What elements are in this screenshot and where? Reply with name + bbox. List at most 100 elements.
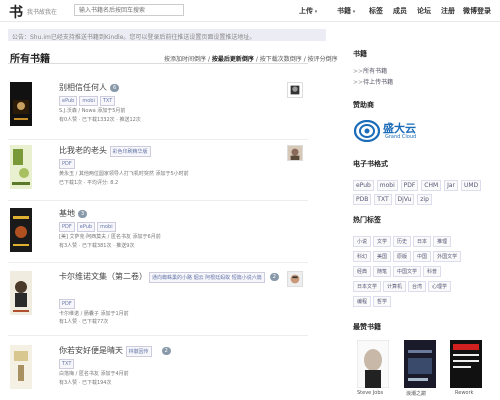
hot-tag[interactable]: 美国 bbox=[373, 251, 392, 262]
hot-tag[interactable]: 文学 bbox=[373, 236, 392, 247]
hot-tag[interactable]: 经典 bbox=[353, 266, 372, 277]
site-slogan: 我书故我在 bbox=[27, 9, 58, 16]
popular-book-title[interactable]: Steve Jobs bbox=[357, 390, 383, 396]
hot-tag[interactable]: 台湾 bbox=[408, 281, 427, 292]
sidebar-popular-heading: 最赞书籍 bbox=[353, 323, 381, 331]
format-list: ePub mobi PDF CHM Jar UMD PDB TXT DjVu z… bbox=[353, 180, 493, 208]
book-item: 基地 3 PDF ePub mobi [美] 艾萨克·阿西莫夫 / 匿名书友 添加于6… bbox=[8, 208, 308, 258]
nav-register[interactable]: 注册 bbox=[441, 6, 455, 16]
divider bbox=[8, 335, 308, 336]
format-link[interactable]: mobi bbox=[376, 180, 398, 191]
sidebar-link-all-books[interactable]: >>所有书籍 bbox=[353, 66, 387, 75]
search-input[interactable] bbox=[74, 4, 184, 16]
uploader-avatar[interactable] bbox=[287, 271, 303, 287]
hot-tag[interactable]: 哲学 bbox=[373, 296, 392, 307]
format-tag[interactable]: mobi bbox=[79, 96, 98, 106]
sort-by-added[interactable]: 按添加时间倒序 bbox=[164, 56, 206, 63]
popular-book-cover[interactable] bbox=[404, 340, 436, 388]
hot-tag[interactable]: 科幻 bbox=[353, 251, 372, 262]
book-item: 你若安好便是晴天 林徽因传 2 TXT 白落梅 / 匿名书友 添加于4月前 有3人… bbox=[8, 345, 308, 395]
book-item: 比我老的老头 彩色印刷精华版 PDF 黄永玉 / 其他两位圆家领导人打飞机时突然… bbox=[8, 145, 308, 195]
count-badge: 3 bbox=[78, 209, 88, 218]
sponsor-en-name: Grand Cloud bbox=[385, 134, 417, 140]
format-tag[interactable]: mobi bbox=[97, 222, 116, 232]
book-cover[interactable] bbox=[10, 208, 32, 252]
site-logo[interactable]: 书 bbox=[9, 2, 23, 22]
uploader-avatar[interactable] bbox=[287, 82, 303, 98]
nav-weibo-login[interactable]: 微博登录 bbox=[463, 6, 491, 16]
format-tag[interactable]: TXT bbox=[59, 359, 75, 369]
format-tag[interactable]: ePub bbox=[59, 96, 78, 106]
popular-book-cover[interactable] bbox=[450, 340, 482, 388]
format-link[interactable]: PDB bbox=[353, 194, 372, 205]
book-stats: 有1人赞 · 已下载77次 bbox=[59, 319, 109, 325]
nav-tags[interactable]: 标签 bbox=[369, 6, 383, 16]
sort-by-downloads[interactable]: 按下载次数倒序 bbox=[260, 56, 302, 63]
grand-cloud-icon bbox=[354, 120, 380, 142]
hot-tag[interactable]: 日本文学 bbox=[353, 281, 382, 292]
book-cover[interactable] bbox=[10, 345, 32, 389]
sort-by-updated[interactable]: 按最后更新倒序 bbox=[212, 56, 254, 63]
sidebar-sponsor-heading: 赞助商 bbox=[353, 101, 374, 109]
sidebar-link-pending-books[interactable]: >>待上传书籍 bbox=[353, 77, 393, 86]
nav-upload[interactable]: 上传 ▾ bbox=[299, 6, 317, 16]
hot-tag[interactable]: 科普 bbox=[423, 266, 442, 277]
nav-forum[interactable]: 论坛 bbox=[417, 6, 431, 16]
format-link[interactable]: DjVu bbox=[394, 194, 415, 205]
hot-tag[interactable]: 外国文学 bbox=[433, 251, 462, 262]
format-tag[interactable]: PDF bbox=[59, 299, 75, 309]
popular-book-title[interactable]: 浪潮之巅 bbox=[406, 390, 426, 397]
book-author-uploader: S.J.沃森 / Nowa 添加于5月前 bbox=[59, 108, 126, 114]
hot-tag[interactable]: 历史 bbox=[393, 236, 412, 247]
count-badge: 6 bbox=[110, 83, 120, 92]
hot-tag[interactable]: 日本 bbox=[413, 236, 432, 247]
hot-tag[interactable]: 中国 bbox=[413, 251, 432, 262]
book-title[interactable]: 基地 3 bbox=[59, 208, 88, 219]
book-title[interactable]: 比我老的老头 彩色印刷精华版 bbox=[59, 145, 153, 157]
format-link[interactable]: CHM bbox=[421, 180, 442, 191]
format-link[interactable]: UMD bbox=[460, 180, 482, 191]
book-author-uploader: [美] 艾萨克·阿西莫夫 / 匿名书友 添加于6月前 bbox=[59, 234, 161, 240]
book-author-uploader: 卡尔维诺 / 肠囊子 添加于1月前 bbox=[59, 311, 129, 317]
top-bar: 书 我书故我在 上传 ▾ 书籍 ▾ 标签 成员 论坛 注册 微博登录 bbox=[0, 0, 500, 22]
format-tag[interactable]: PDF bbox=[59, 159, 75, 169]
book-stats: 有3人赞 · 已下载381次 · 推送9次 bbox=[59, 243, 135, 249]
book-title[interactable]: 别相信任何人 6 bbox=[59, 82, 120, 93]
uploader-avatar[interactable] bbox=[287, 145, 303, 161]
format-tags: PDF ePub mobi bbox=[59, 222, 118, 232]
format-tag[interactable]: ePub bbox=[76, 222, 96, 232]
nav-books[interactable]: 书籍 ▾ bbox=[337, 6, 355, 16]
sort-by-rating[interactable]: 按评分倒序 bbox=[308, 56, 338, 63]
divider bbox=[8, 262, 308, 263]
hot-tag[interactable]: 中国文学 bbox=[393, 266, 422, 277]
book-cover[interactable] bbox=[10, 271, 32, 315]
hot-tag[interactable]: 计算机 bbox=[383, 281, 407, 292]
sponsor-logo[interactable]: 盛大云 Grand Cloud bbox=[354, 120, 424, 142]
format-link[interactable]: TXT bbox=[374, 194, 392, 205]
format-tags: PDF bbox=[59, 299, 77, 309]
format-link[interactable]: ePub bbox=[353, 180, 374, 191]
popular-book-title[interactable]: Rework bbox=[455, 390, 473, 396]
book-cover[interactable] bbox=[10, 82, 32, 126]
hot-tag[interactable]: 心理学 bbox=[428, 281, 452, 292]
hot-tag[interactable]: 小说 bbox=[353, 236, 372, 247]
format-tag[interactable]: TXT bbox=[99, 96, 116, 106]
chevron-down-icon: ▾ bbox=[313, 9, 318, 15]
popular-book-cover[interactable] bbox=[357, 340, 389, 388]
format-tag[interactable]: PDF bbox=[59, 222, 75, 232]
format-link[interactable]: Jar bbox=[444, 180, 459, 191]
book-title[interactable]: 卡尔维诺文集（第二卷） 通向蜘蛛巢的小路 烟云 阿根廷蚂蚁 短篇小说六篇 2 bbox=[59, 271, 279, 283]
format-link[interactable]: PDF bbox=[400, 180, 419, 191]
hot-tag[interactable]: 原版 bbox=[393, 251, 412, 262]
nav-members[interactable]: 成员 bbox=[393, 6, 407, 16]
format-link[interactable]: zip bbox=[417, 194, 432, 205]
format-tags: TXT bbox=[59, 359, 76, 369]
chevron-down-icon: ▾ bbox=[351, 9, 356, 15]
sidebar-books-heading: 书籍 bbox=[353, 50, 367, 58]
hot-tag[interactable]: 编程 bbox=[353, 296, 372, 307]
book-cover[interactable] bbox=[10, 145, 32, 189]
hot-tag[interactable]: 推理 bbox=[433, 236, 452, 247]
book-title[interactable]: 你若安好便是晴天 林徽因传 2 bbox=[59, 345, 171, 357]
book-stats: 有0人赞 · 已下载1332次 · 推送12次 bbox=[59, 117, 141, 123]
hot-tag[interactable]: 随笔 bbox=[373, 266, 392, 277]
